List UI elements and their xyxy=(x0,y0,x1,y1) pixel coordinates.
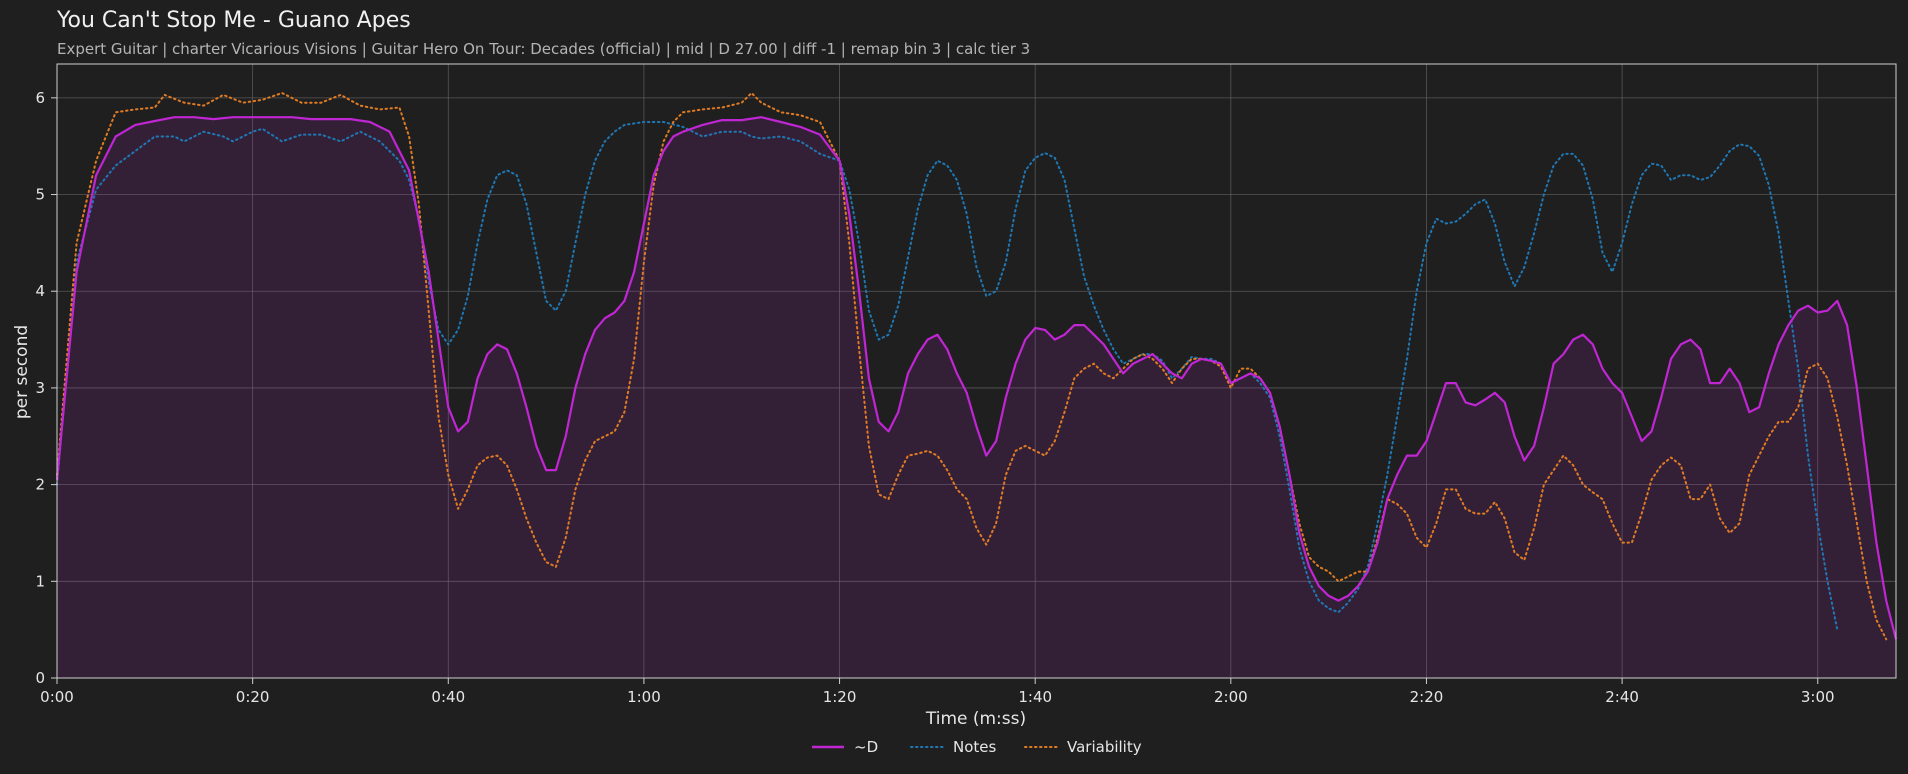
y-tick-label: 0 xyxy=(35,669,45,687)
x-tick-label: 0:20 xyxy=(236,688,270,706)
y-tick-label: 3 xyxy=(35,379,45,397)
legend-label-2: Variability xyxy=(1067,738,1142,756)
x-tick-label: 3:00 xyxy=(1801,688,1835,706)
chart-svg: You Can't Stop Me - Guano Apes Expert Gu… xyxy=(12,8,1898,756)
x-tick-label: 2:20 xyxy=(1410,688,1444,706)
y-tick-label: 2 xyxy=(35,476,45,494)
legend-label-1: Notes xyxy=(953,738,997,756)
x-tick-label: 2:00 xyxy=(1214,688,1248,706)
y-tick-label: 4 xyxy=(35,282,45,300)
x-tick-label: 0:00 xyxy=(40,688,74,706)
x-tick-label: 1:40 xyxy=(1018,688,1052,706)
x-tick-label: 1:00 xyxy=(627,688,661,706)
legend-label-0: ~D xyxy=(854,738,878,756)
series-area-0 xyxy=(57,117,1896,678)
chart-title: You Can't Stop Me - Guano Apes xyxy=(56,8,411,33)
y-tick-label: 6 xyxy=(35,89,45,107)
x-axis-label: Time (m:ss) xyxy=(925,709,1026,729)
y-tick-label: 1 xyxy=(35,572,45,590)
y-axis-label: per second xyxy=(12,325,32,419)
series-layer xyxy=(55,92,1898,678)
legend: ~D Notes Variability xyxy=(812,738,1142,756)
x-tick-label: 2:40 xyxy=(1605,688,1639,706)
chart-root: You Can't Stop Me - Guano Apes Expert Gu… xyxy=(0,0,1908,774)
x-tick-label: 0:40 xyxy=(431,688,465,706)
chart-subtitle: Expert Guitar | charter Vicarious Vision… xyxy=(57,40,1030,58)
y-tick-label: 5 xyxy=(35,186,45,204)
x-tick-label: 1:20 xyxy=(823,688,857,706)
